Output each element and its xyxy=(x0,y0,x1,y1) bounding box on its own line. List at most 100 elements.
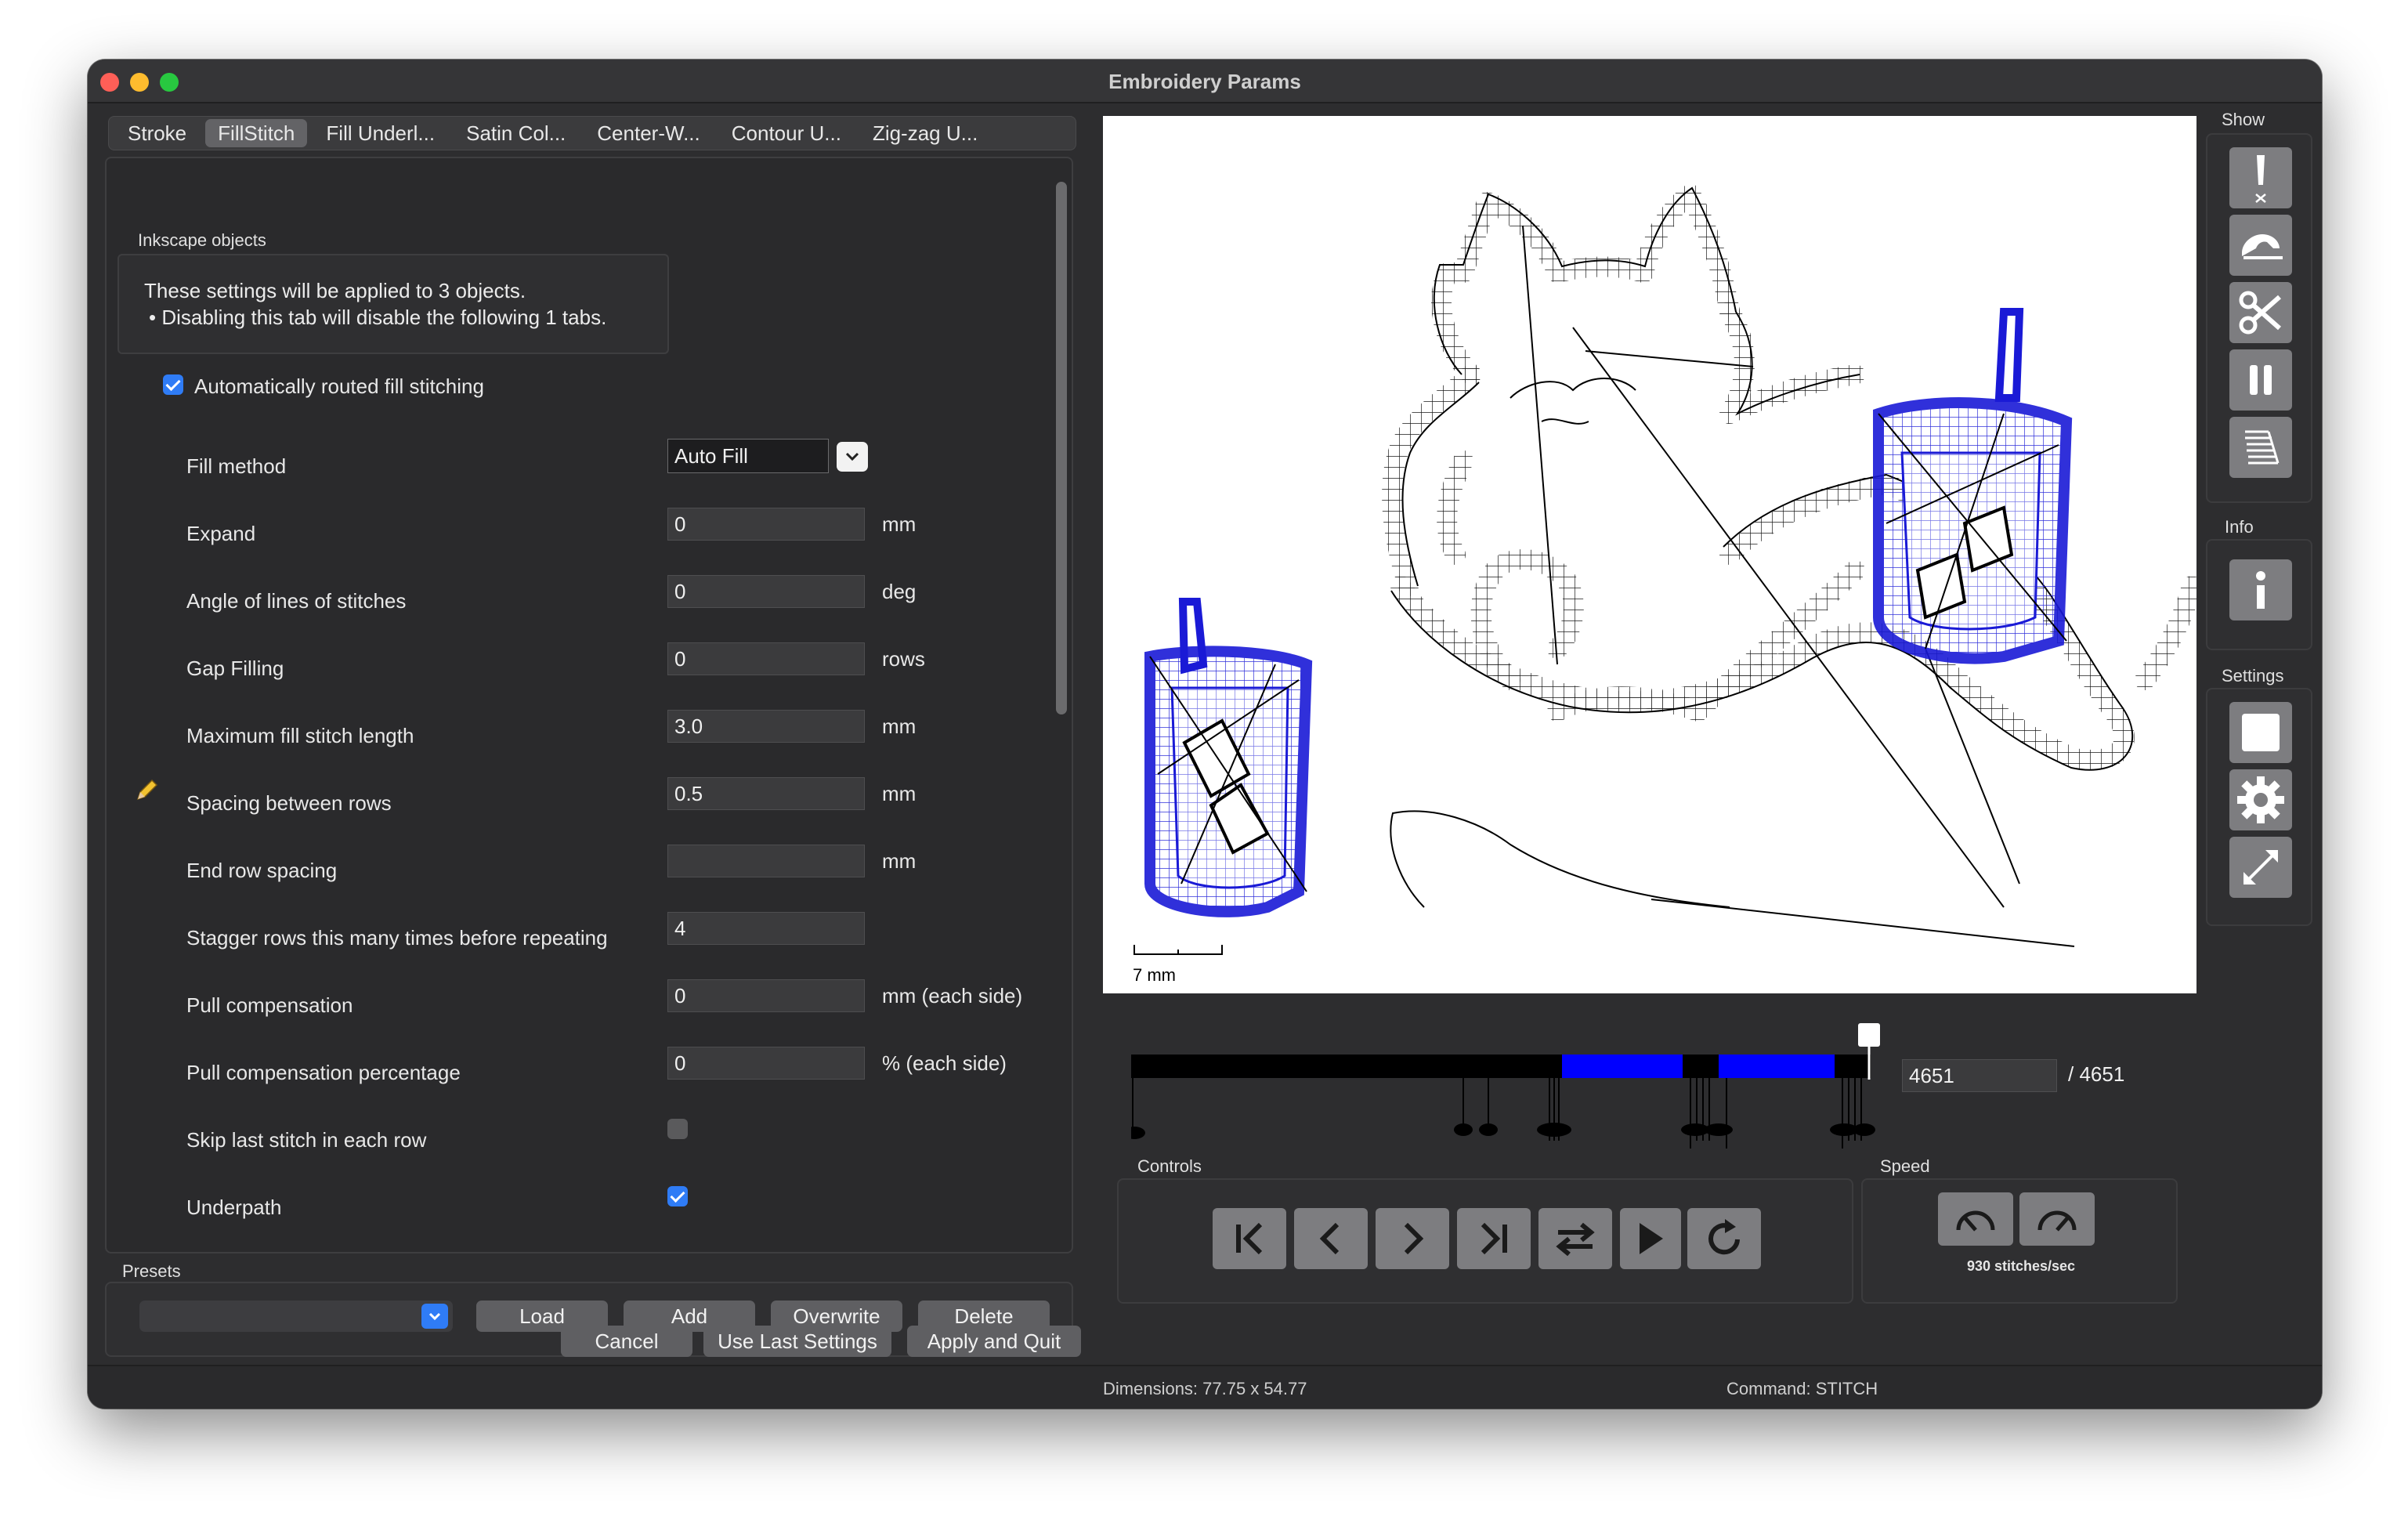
scissors-icon xyxy=(2239,291,2281,335)
chevron-down-icon xyxy=(845,452,859,461)
info-tools xyxy=(2206,539,2312,650)
tab-stroke[interactable]: Stroke xyxy=(115,119,199,147)
left-cup-stitches xyxy=(1144,598,1313,917)
fill-method-select[interactable]: Auto Fill xyxy=(667,439,829,473)
stitch-preview-canvas[interactable]: 7 mm xyxy=(1103,116,2202,993)
gap-filling-label: Gap Filling xyxy=(186,657,284,680)
stagger-rows-input[interactable]: 4 xyxy=(667,912,865,945)
settings-button[interactable] xyxy=(2229,769,2292,830)
cancel-button[interactable]: Cancel xyxy=(561,1326,692,1357)
inkscape-objects-box: These settings will be applied to 3 obje… xyxy=(118,254,669,354)
end-row-spacing-input[interactable] xyxy=(667,845,865,877)
tab-satin-column[interactable]: Satin Col... xyxy=(454,119,578,147)
apply-and-quit-button[interactable]: Apply and Quit xyxy=(907,1326,1081,1357)
exclamation-icon xyxy=(2255,155,2266,203)
settings-tools xyxy=(2206,688,2312,926)
status-bar: Dimensions: 77.75 x 54.77 Command: STITC… xyxy=(88,1365,2322,1409)
show-tools xyxy=(2206,133,2312,503)
toggle-trims-button[interactable] xyxy=(2229,215,2292,276)
toggle-color-changes-button[interactable] xyxy=(2229,417,2292,478)
inkscape-objects-label: Inkscape objects xyxy=(138,230,266,250)
pull-compensation-unit: mm (each side) xyxy=(882,984,1023,1007)
timeline-markers xyxy=(1131,1042,1875,1149)
max-stitch-length-unit: mm xyxy=(882,714,917,738)
first-stitch-button[interactable] xyxy=(1213,1208,1286,1269)
row-spacing-label: Spacing between rows xyxy=(186,791,392,815)
pencil-icon xyxy=(133,777,160,808)
expand-unit: mm xyxy=(882,512,917,536)
use-last-settings-button[interactable]: Use Last Settings xyxy=(703,1326,891,1357)
info-icon xyxy=(2256,571,2265,609)
slower-button[interactable] xyxy=(1938,1192,2013,1246)
right-cup-stitches xyxy=(1873,308,2073,664)
underpath-checkbox[interactable] xyxy=(667,1186,688,1206)
skip-last-stitch-checkbox[interactable] xyxy=(667,1119,688,1139)
refresh-icon xyxy=(1708,1219,1740,1255)
expand-label: Expand xyxy=(186,522,256,545)
show-label: Show xyxy=(2222,110,2265,129)
objects-count-text: These settings will be applied to 3 obje… xyxy=(144,279,526,302)
embroidery-design-preview xyxy=(1133,184,2202,955)
row-spacing-input[interactable]: 0.5 xyxy=(667,777,865,810)
preset-dropdown-button[interactable] xyxy=(421,1304,448,1329)
spool-lines-icon xyxy=(2245,430,2280,465)
command-status: Command: STITCH xyxy=(1726,1379,1878,1398)
toggle-jumps-button[interactable] xyxy=(2229,147,2292,208)
speed-value: 930 stitches/sec xyxy=(1966,1258,2076,1274)
speed-label: Speed xyxy=(1880,1156,1930,1176)
skip-to-end-icon xyxy=(1481,1222,1507,1255)
pull-compensation-input[interactable]: 0 xyxy=(667,979,865,1012)
angle-label: Angle of lines of stitches xyxy=(186,589,407,613)
pull-percentage-input[interactable]: 0 xyxy=(667,1047,865,1080)
play-button[interactable] xyxy=(1620,1208,1681,1269)
angle-input[interactable]: 0 xyxy=(667,575,865,608)
speedometer-slow-icon xyxy=(1956,1210,1995,1232)
last-stitch-button[interactable] xyxy=(1457,1208,1531,1269)
stitch-timeline[interactable] xyxy=(1131,1023,1880,1149)
speedometer-fast-icon xyxy=(2037,1210,2077,1232)
row-spacing-unit: mm xyxy=(882,782,917,805)
tab-fillstitch[interactable]: FillStitch xyxy=(205,119,308,147)
minimize-window-button[interactable] xyxy=(130,73,149,92)
timeline-handle[interactable] xyxy=(1858,1023,1880,1047)
reverse-direction-button[interactable] xyxy=(1538,1208,1612,1269)
scale-label: 7 mm xyxy=(1133,965,1176,985)
stagger-rows-label: Stagger rows this many times before repe… xyxy=(186,926,608,950)
restart-button[interactable] xyxy=(1687,1208,1761,1269)
auto-route-checkbox[interactable] xyxy=(163,374,183,395)
toggle-cuts-button[interactable] xyxy=(2229,282,2292,343)
chevron-right-icon xyxy=(1404,1222,1424,1255)
square-icon xyxy=(2242,714,2280,751)
faster-button[interactable] xyxy=(2019,1192,2095,1246)
close-window-button[interactable] xyxy=(100,73,119,92)
info-label: Info xyxy=(2225,517,2254,537)
tab-center-walk[interactable]: Center-W... xyxy=(584,119,712,147)
expand-arrows-icon xyxy=(2243,850,2278,884)
tab-zigzag-underlay[interactable]: Zig-zag U... xyxy=(860,119,990,147)
previous-stitch-button[interactable] xyxy=(1294,1208,1368,1269)
underpath-label: Underpath xyxy=(186,1196,282,1219)
params-scrollbar[interactable] xyxy=(1056,182,1067,714)
info-button[interactable] xyxy=(2229,559,2292,620)
max-stitch-length-input[interactable]: 3.0 xyxy=(667,710,865,743)
param-tabs: Stroke FillStitch Fill Underl... Satin C… xyxy=(108,116,1076,150)
fit-to-view-button[interactable] xyxy=(2229,837,2292,898)
zoom-window-button[interactable] xyxy=(160,73,179,92)
angle-unit: deg xyxy=(882,580,917,603)
toggle-stops-button[interactable] xyxy=(2229,349,2292,411)
tab-contour-underlay[interactable]: Contour U... xyxy=(719,119,854,147)
tab-fill-underlay[interactable]: Fill Underl... xyxy=(313,119,447,147)
expand-input[interactable]: 0 xyxy=(667,508,865,541)
fill-method-dropdown-button[interactable] xyxy=(837,442,868,472)
chevron-left-icon xyxy=(1319,1222,1340,1255)
scale-bar xyxy=(1133,945,1223,955)
fill-method-label: Fill method xyxy=(186,454,287,478)
preset-select[interactable] xyxy=(139,1301,453,1332)
gap-filling-input[interactable]: 0 xyxy=(667,642,865,675)
title-bar: Embroidery Params xyxy=(88,60,2322,103)
window-title: Embroidery Params xyxy=(1108,70,1301,93)
controls-box xyxy=(1117,1178,1853,1304)
next-stitch-button[interactable] xyxy=(1376,1208,1449,1269)
background-color-button[interactable] xyxy=(2229,702,2292,763)
current-stitch-input[interactable]: 4651 xyxy=(1902,1059,2057,1092)
